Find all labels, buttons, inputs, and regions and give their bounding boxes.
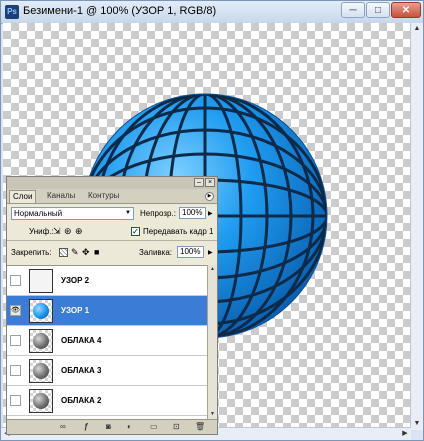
divider [7, 240, 217, 241]
visibility-toggle[interactable] [10, 275, 21, 286]
layer-thumbnail [29, 299, 53, 323]
tab-layers[interactable]: Слои [9, 190, 37, 203]
palette-title-bar[interactable]: – × [7, 177, 217, 189]
trash-icon[interactable]: 🗑 [195, 422, 205, 431]
adjustment-icon[interactable]: ◐ [127, 422, 132, 431]
layer-thumbnail [29, 359, 53, 383]
layer-name: ОБЛАКА 4 [61, 336, 102, 345]
fill-input[interactable]: 100% [177, 246, 204, 258]
lock-image-brush-icon[interactable]: ✎ [71, 247, 79, 258]
photoshop-app-icon: Ps [5, 5, 19, 19]
palette-tabs: Слои Каналы Контуры ▶ [7, 189, 217, 204]
scroll-down-arrow-icon[interactable]: ▼ [208, 410, 217, 419]
scroll-down-arrow-icon[interactable]: ▼ [411, 418, 423, 430]
layer-name: ОБЛАКА 2 [61, 396, 102, 405]
unify-position-icon[interactable]: ⇲ [53, 226, 61, 237]
unify-style-icon[interactable]: ⊕ [75, 226, 83, 237]
layer-thumbnail [29, 329, 53, 353]
layers-scrollbar[interactable]: ▲ ▼ [207, 265, 217, 419]
layer-row[interactable]: УЗОР 2 [7, 266, 207, 296]
gray-sphere-thumbnail [33, 363, 49, 379]
scroll-right-arrow-icon[interactable]: ▶ [399, 428, 411, 440]
gray-sphere-thumbnail [33, 393, 49, 409]
opacity-input[interactable]: 100% [179, 207, 206, 219]
title-bar[interactable]: Ps Безимени-1 @ 100% (УЗОР 1, RGB/8) ─ □… [1, 1, 423, 24]
lock-transparency-icon[interactable] [59, 248, 68, 257]
layer-row[interactable]: ОБЛАКА 4 [7, 326, 207, 356]
palette-bottom-bar: ∞ ƒ ◙ ◐ ▭ ⊡ 🗑 [7, 419, 217, 434]
lock-position-move-icon[interactable]: ✥ [82, 247, 90, 258]
fill-arrow-icon[interactable]: ▶ [208, 249, 213, 256]
minimize-button[interactable]: ─ [341, 2, 365, 18]
lock-label: Закрепить: [11, 248, 52, 257]
fill-label: Заливка: [139, 248, 173, 257]
propagate-frame-checkbox[interactable]: ✓ [131, 227, 140, 236]
propagate-frame-label: Передавать кадр 1 [143, 227, 214, 236]
vertical-scrollbar[interactable]: ▲ ▼ [410, 23, 423, 430]
visibility-toggle[interactable] [10, 365, 21, 376]
blue-sphere-thumbnail [33, 303, 49, 319]
gray-sphere-thumbnail [33, 333, 49, 349]
layer-thumbnail [29, 269, 53, 293]
blend-mode-value: Нормальный [14, 209, 63, 218]
scroll-up-arrow-icon[interactable]: ▲ [411, 23, 423, 35]
link-icon[interactable]: ∞ [60, 422, 66, 431]
scroll-up-arrow-icon[interactable]: ▲ [208, 265, 217, 274]
palette-menu-icon[interactable]: ▶ [205, 192, 214, 201]
blend-mode-select[interactable]: Нормальный ▼ [11, 207, 134, 220]
layer-thumbnail [29, 389, 53, 413]
tab-channels[interactable]: Каналы [44, 190, 78, 203]
layer-row[interactable]: 👁 УЗОР 1 [7, 296, 207, 326]
opacity-label: Непрозр.: [140, 209, 176, 218]
lock-all-icon[interactable]: ■ [94, 247, 99, 257]
layer-row[interactable]: ОБЛАКА 2 [7, 386, 207, 416]
layer-name: УЗОР 2 [61, 276, 90, 285]
chevron-down-icon: ▼ [125, 210, 131, 216]
new-layer-icon[interactable]: ⊡ [173, 422, 180, 431]
group-icon[interactable]: ▭ [150, 422, 158, 431]
opacity-arrow-icon[interactable]: ▶ [208, 210, 213, 217]
tab-paths[interactable]: Контуры [85, 190, 122, 203]
palette-minimize-button[interactable]: – [194, 178, 204, 187]
layer-row[interactable]: ОБЛАКА 3 [7, 356, 207, 386]
palette-close-button[interactable]: × [205, 178, 215, 187]
layer-name: УЗОР 1 [61, 306, 90, 315]
visibility-toggle[interactable] [10, 335, 21, 346]
layer-name: ОБЛАКА 3 [61, 366, 102, 375]
layers-palette: – × Слои Каналы Контуры ▶ Нормальный ▼ Н… [6, 176, 218, 435]
mask-icon[interactable]: ◙ [106, 422, 111, 431]
unify-visibility-icon[interactable]: ⊛ [64, 226, 72, 237]
eye-icon[interactable]: 👁 [10, 305, 21, 316]
maximize-button[interactable]: □ [366, 2, 390, 18]
layers-list: УЗОР 2 👁 УЗОР 1 ОБЛАКА 4 ОБЛАКА 3 ОБЛАКА… [7, 265, 207, 420]
unify-label: Униф.: [29, 227, 54, 236]
close-button[interactable]: ✕ [391, 2, 421, 18]
window-title: Безимени-1 @ 100% (УЗОР 1, RGB/8) [23, 5, 217, 17]
layer-style-icon[interactable]: ƒ [84, 422, 88, 431]
visibility-toggle[interactable] [10, 395, 21, 406]
